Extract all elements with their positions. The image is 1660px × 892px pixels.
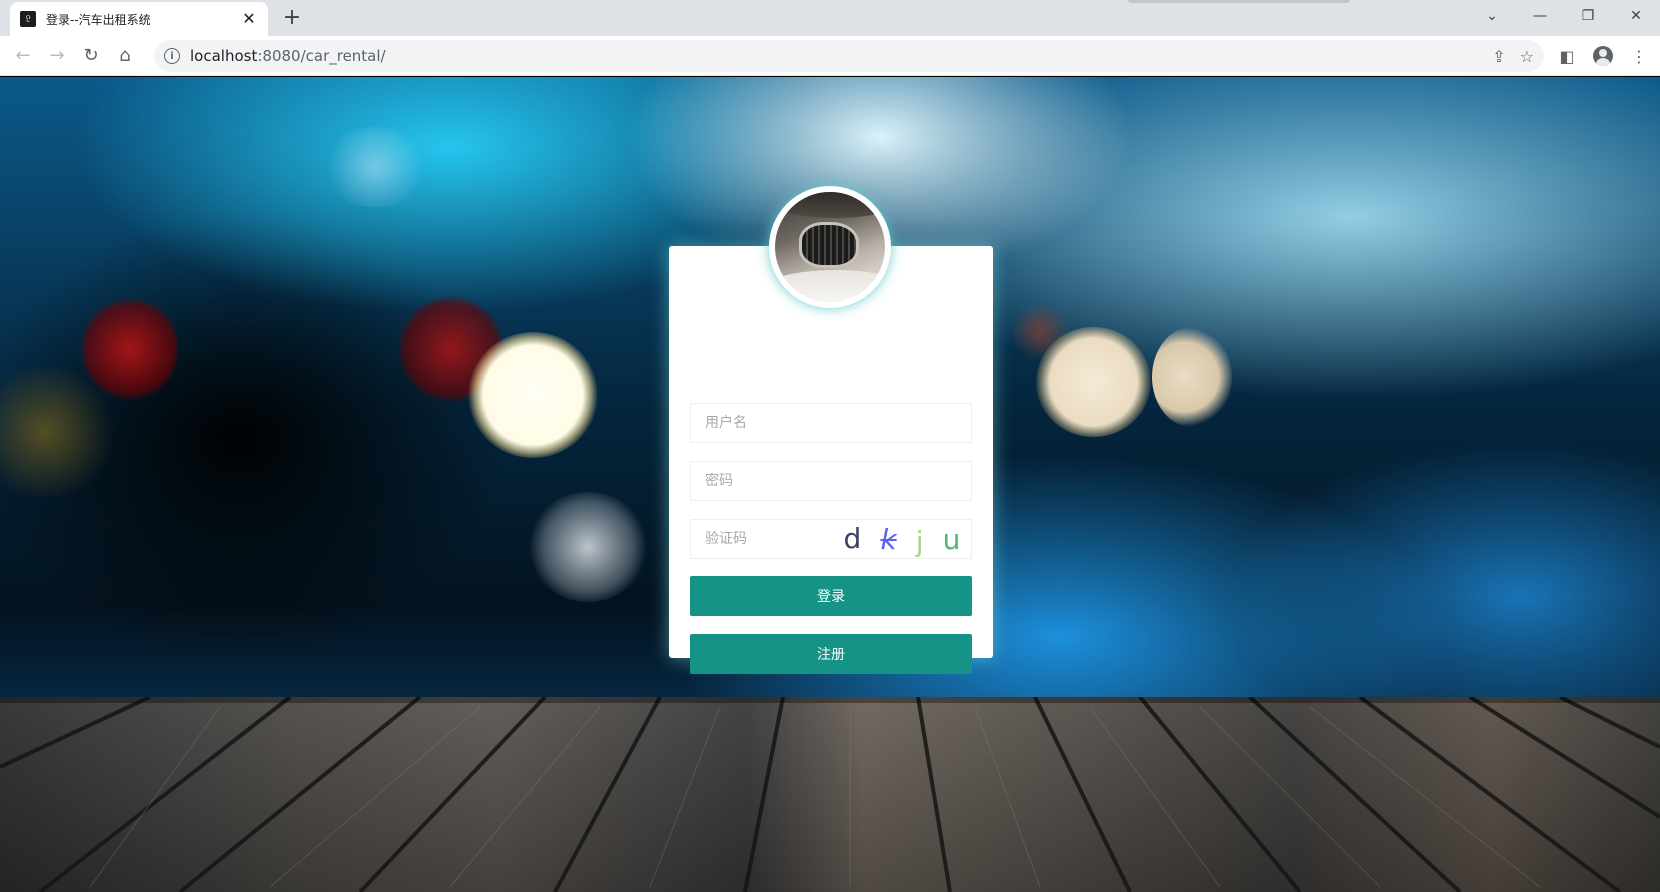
favicon-icon: 𝔏 [20, 11, 36, 27]
browser-tab[interactable]: 𝔏 登录--汽车出租系统 ✕ [10, 2, 268, 36]
site-info-icon[interactable]: i [164, 48, 180, 64]
tab-close-icon[interactable]: ✕ [240, 10, 258, 28]
restore-button[interactable]: ❐ [1564, 0, 1612, 32]
url-path: :8080/car_rental/ [257, 47, 386, 65]
browser-tab-strip: 𝔏 登录--汽车出租系统 ✕ + ⌄ — ❐ ✕ [0, 0, 1660, 36]
url-host: localhost [190, 47, 258, 65]
bookmark-star-icon[interactable]: ☆ [1520, 47, 1534, 66]
new-tab-button[interactable]: + [280, 6, 304, 30]
minimize-button[interactable]: — [1516, 0, 1564, 32]
captcha-char: d [843, 521, 862, 555]
window-controls: ⌄ — ❐ ✕ [1468, 0, 1660, 32]
side-panel-icon[interactable]: ◧ [1554, 43, 1580, 69]
bokeh-light [320, 127, 430, 207]
url-text: localhost:8080/car_rental/ [190, 47, 386, 65]
share-icon[interactable]: ⇪ [1492, 47, 1505, 66]
home-icon[interactable]: ⌂ [108, 39, 142, 73]
reload-icon[interactable]: ↻ [74, 39, 108, 73]
bokeh-light [528, 492, 648, 602]
car-grille-logo [775, 192, 885, 302]
browser-menu-icon[interactable]: ⋮ [1626, 43, 1652, 69]
logo-hood [775, 192, 885, 218]
login-button[interactable]: 登录 [690, 576, 972, 616]
address-bar[interactable]: i localhost:8080/car_rental/ ⇪ ☆ [154, 40, 1544, 72]
browser-toolbar: ← → ↻ ⌂ i localhost:8080/car_rental/ ⇪ ☆… [0, 36, 1660, 76]
logo-grille [799, 222, 859, 268]
toolbar-actions: ◧ ⋮ [1554, 40, 1652, 72]
captcha-char: j [915, 524, 924, 558]
register-button[interactable]: 注册 [690, 634, 972, 674]
bokeh-light [1036, 327, 1151, 437]
bokeh-light [468, 332, 598, 458]
back-arrow-icon[interactable]: ← [6, 39, 40, 73]
forward-arrow-icon[interactable]: → [40, 39, 74, 73]
captcha-char: u [942, 522, 961, 556]
bokeh-light [1152, 327, 1232, 427]
tab-strip-indicator [1128, 0, 1350, 3]
tab-title: 登录--汽车出租系统 [46, 12, 151, 27]
close-window-button[interactable]: ✕ [1612, 0, 1660, 32]
captcha-image[interactable]: d k j u [834, 521, 970, 558]
tab-search-chevron-icon[interactable]: ⌄ [1468, 0, 1516, 32]
logo-bumper [775, 270, 885, 302]
logo-avatar [769, 186, 891, 308]
captcha-char: k [880, 522, 897, 556]
username-input[interactable] [690, 403, 972, 443]
deck-planks [0, 697, 1660, 892]
bokeh-light [82, 295, 178, 403]
profile-icon [1593, 46, 1613, 66]
address-bar-actions: ⇪ ☆ [1492, 47, 1534, 66]
wooden-deck [0, 697, 1660, 892]
password-input[interactable] [690, 461, 972, 501]
profile-avatar[interactable] [1590, 43, 1616, 69]
